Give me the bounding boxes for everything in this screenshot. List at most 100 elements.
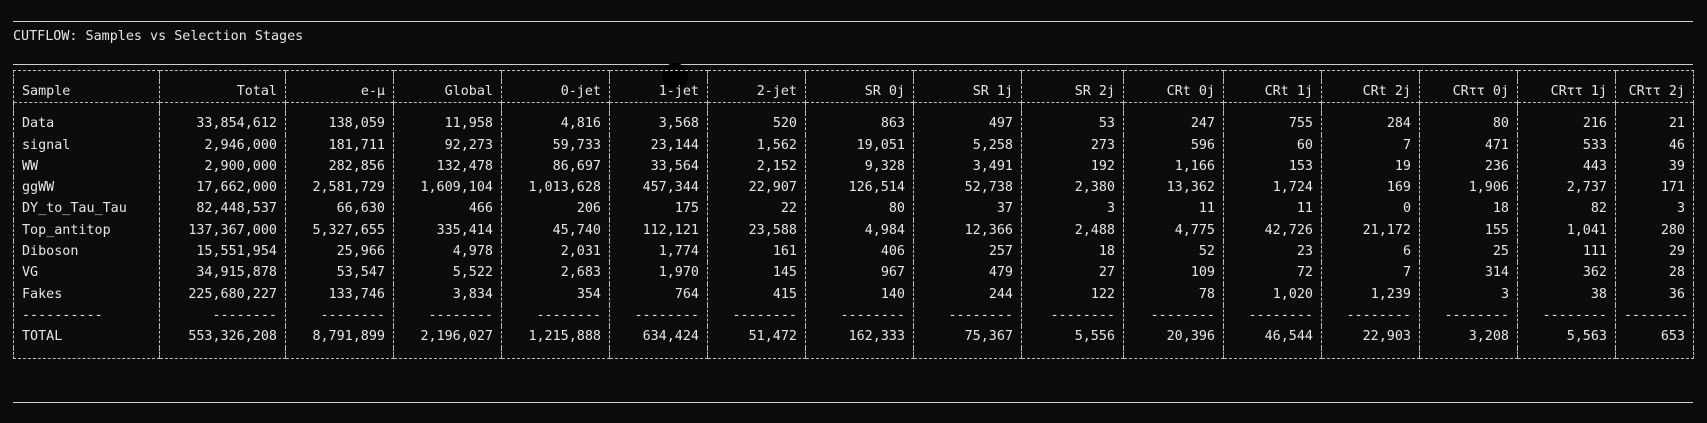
table-cell: 11 (1123, 198, 1224, 220)
table-cell: 86,697 (501, 155, 610, 178)
table-cell: 5,563 (1517, 326, 1616, 348)
table-cell (501, 70, 610, 81)
table-cell (501, 102, 610, 114)
table-cell: 466 (393, 198, 502, 220)
table-cell: ---------- (13, 304, 160, 327)
table-cell (707, 102, 806, 114)
table-cell (1517, 70, 1616, 81)
table-cell (501, 347, 610, 359)
table-cell: 1,166 (1123, 155, 1224, 178)
table-cell: Data (13, 113, 160, 135)
table-cell: -------- (1615, 304, 1694, 327)
table-cell: 216 (1517, 113, 1616, 135)
table-cell: 225,680,227 (159, 283, 286, 305)
table-cell (1123, 70, 1224, 81)
table-cell: 236 (1419, 155, 1518, 178)
table-cell: 247 (1123, 113, 1224, 135)
table-cell: -------- (393, 304, 502, 327)
table-cell: 155 (1419, 219, 1518, 242)
table-cell: 479 (913, 262, 1022, 284)
table-cell: 2,380 (1021, 177, 1124, 199)
table-cell: 2,152 (707, 155, 806, 178)
table-cell: SR 1j (913, 81, 1022, 103)
table-cell: 3 (1615, 198, 1694, 220)
table-cell: -------- (159, 304, 286, 327)
table-cell (1223, 70, 1322, 81)
table-spacer (13, 347, 1694, 359)
table-cell: 4,816 (501, 113, 610, 135)
table-cell: 82 (1517, 198, 1616, 220)
table-cell: 145 (707, 262, 806, 284)
table-cell (805, 70, 914, 81)
table-cell: VG (13, 262, 160, 284)
table-cell: 244 (913, 283, 1022, 305)
table-cell: CRττ 0j (1419, 81, 1518, 103)
table-cell: 1,724 (1223, 177, 1322, 199)
table-cell: 133,746 (285, 283, 394, 305)
table-cell: 28 (1615, 262, 1694, 284)
table-cell: 284 (1321, 113, 1420, 135)
table-cell: 764 (609, 283, 708, 305)
table-cell (159, 102, 286, 114)
table-cell (1321, 102, 1420, 114)
table-cell: 17,662,000 (159, 177, 286, 199)
table-cell: 45,740 (501, 219, 610, 242)
table-cell (1021, 102, 1124, 114)
table-cell: 53,547 (285, 262, 394, 284)
table-cell (1517, 102, 1616, 114)
table-cell (285, 70, 394, 81)
table-cell: 967 (805, 262, 914, 284)
table-cell: 111 (1517, 241, 1616, 263)
table-cell: 112,121 (609, 219, 708, 242)
table-cell: Sample (13, 81, 160, 103)
table-row: signal 2,946,000 181,711 92,273 59,733 23,144… (13, 134, 1694, 156)
table-cell: 22,903 (1321, 326, 1420, 348)
table-cell: 354 (501, 283, 610, 305)
table-cell: 3,568 (609, 113, 708, 135)
table-cell: 634,424 (609, 326, 708, 348)
table-cell: 42,726 (1223, 219, 1322, 242)
table-cell: 39 (1615, 155, 1694, 178)
table-cell (1615, 347, 1694, 359)
table-cell (805, 102, 914, 114)
table-cell: 38 (1517, 283, 1616, 305)
table-cell (159, 70, 286, 81)
table-cell: CRττ 1j (1517, 81, 1616, 103)
table-cell: 5,522 (393, 262, 502, 284)
table-cell: 52 (1123, 241, 1224, 263)
table-cell: 1,970 (609, 262, 708, 284)
table-cell: Total (159, 81, 286, 103)
bottom-rule (13, 402, 1693, 403)
table-cell: -------- (707, 304, 806, 327)
table-cell: 78 (1123, 283, 1224, 305)
table-row: Fakes 225,680,227 133,746 3,834 354 764 415 140… (13, 283, 1694, 305)
table-cell (1419, 102, 1518, 114)
table-spacer (13, 102, 1694, 114)
table-cell: DY_to_Tau_Tau (13, 198, 160, 220)
table-cell: Top_antitop (13, 219, 160, 242)
table-cell (285, 347, 394, 359)
table-cell: 18 (1021, 241, 1124, 263)
table-cell (1615, 70, 1694, 81)
table-row: ggWW 17,662,000 2,581,729 1,609,104 1,013,62… (13, 177, 1694, 199)
table-cell: 126,514 (805, 177, 914, 199)
table-cell (1517, 347, 1616, 359)
table-cell (1021, 70, 1124, 81)
table-cell: 2,031 (501, 241, 610, 263)
table-cell: 553,326,208 (159, 326, 286, 348)
table-cell: 109 (1123, 262, 1224, 284)
table-cell: 161 (707, 241, 806, 263)
table-cell: 12,366 (913, 219, 1022, 242)
table-cell: 11,958 (393, 113, 502, 135)
table-cell (1021, 347, 1124, 359)
table-cell: WW (13, 155, 160, 178)
table-cell: -------- (1021, 304, 1124, 327)
table-cell: 2,581,729 (285, 177, 394, 199)
table-row: Diboson 15,551,954 25,966 4,978 2,031 1,774 16… (13, 241, 1694, 263)
table-cell: -------- (285, 304, 394, 327)
table-cell (1419, 70, 1518, 81)
table-cell: 29 (1615, 241, 1694, 263)
table-cell (13, 347, 160, 359)
table-cell: 2,196,027 (393, 326, 502, 348)
table-cell: 75,367 (913, 326, 1022, 348)
